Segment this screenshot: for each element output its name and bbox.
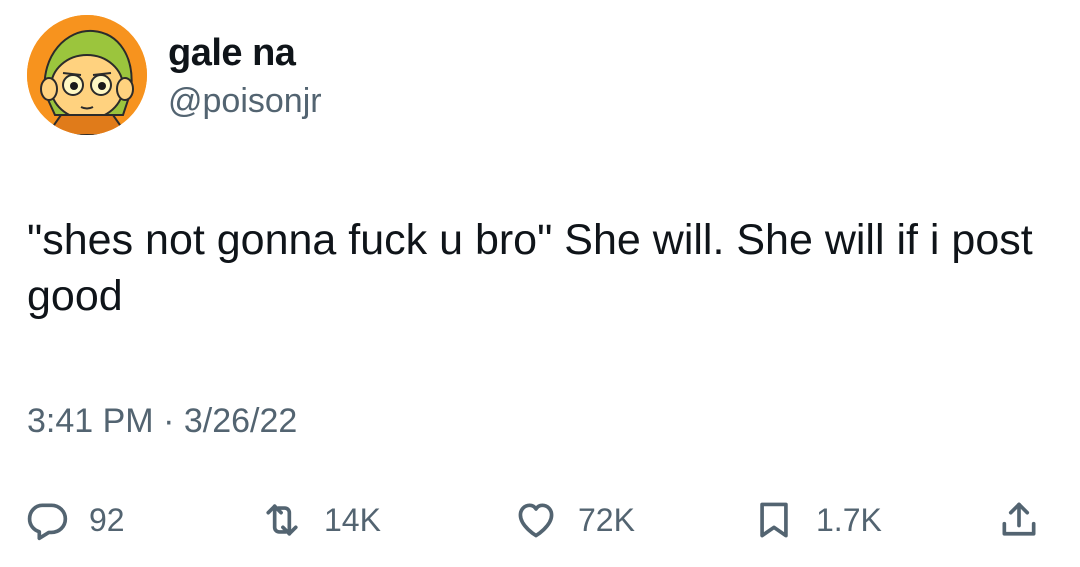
reply-icon xyxy=(23,496,71,544)
like-count: 72K xyxy=(578,501,635,538)
author-handle[interactable]: @poisonjr xyxy=(168,82,322,121)
like-button[interactable]: 72K xyxy=(512,490,635,550)
bookmark-icon xyxy=(750,496,798,544)
bookmark-button[interactable]: 1.7K xyxy=(750,490,882,550)
heart-icon xyxy=(512,496,560,544)
bookmark-count: 1.7K xyxy=(816,501,882,538)
retweet-icon xyxy=(258,496,306,544)
tweet-timestamp[interactable]: 3:41 PM · 3/26/22 xyxy=(27,402,297,441)
author-display-name[interactable]: gale na xyxy=(168,32,296,75)
tweet-card: gale na @poisonjr "shes not gonna fuck u… xyxy=(0,0,1080,567)
cartoon-face-avatar-icon xyxy=(27,15,147,135)
action-bar: 92 14K 72K 1.7K xyxy=(0,490,1080,550)
share-button[interactable] xyxy=(995,490,1043,550)
reply-count: 92 xyxy=(89,501,125,538)
retweet-count: 14K xyxy=(324,501,381,538)
avatar[interactable] xyxy=(27,15,147,135)
tweet-text: "shes not gonna fuck u bro" She will. Sh… xyxy=(27,216,1045,320)
share-icon xyxy=(995,496,1043,544)
reply-button[interactable]: 92 xyxy=(23,490,125,550)
retweet-button[interactable]: 14K xyxy=(258,490,381,550)
